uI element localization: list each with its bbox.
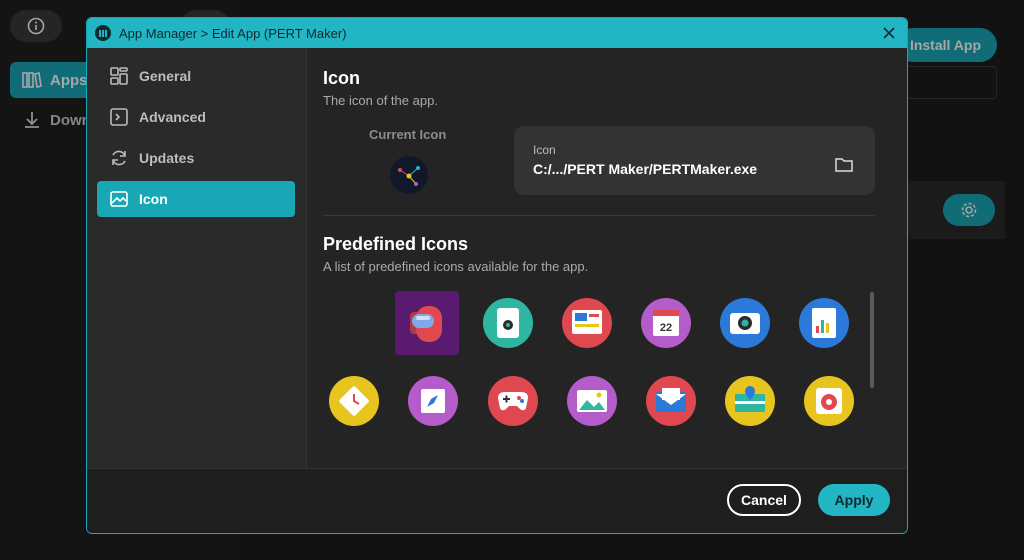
close-icon	[883, 27, 895, 39]
dialog-sidebar: General Advanced Updates Icon	[87, 48, 307, 468]
mail-icon[interactable]	[646, 376, 696, 426]
nav-item-label: Icon	[139, 191, 168, 207]
gallery-icon[interactable]	[567, 376, 617, 426]
pert-maker-icon	[393, 159, 425, 191]
predefined-icons-subtitle: A list of predefined icons available for…	[323, 259, 589, 274]
edit-app-dialog: App Manager > Edit App (PERT Maker) Gene…	[86, 17, 908, 534]
svg-text:22: 22	[660, 322, 672, 334]
current-app-icon	[390, 156, 428, 194]
dialog-content: Icon The icon of the app. Current Icon I…	[307, 48, 907, 468]
crewmate-icon[interactable]	[395, 291, 459, 355]
image-icon	[110, 191, 128, 207]
clock-icon[interactable]	[329, 376, 379, 426]
apply-label: Apply	[834, 492, 874, 508]
gamepad-icon[interactable]	[488, 376, 538, 426]
predefined-icons-title: Predefined Icons	[323, 234, 469, 254]
cancel-button[interactable]: Cancel	[727, 484, 801, 516]
map-icon[interactable]	[725, 376, 775, 426]
folder-icon	[835, 158, 853, 172]
icons-scrollbar[interactable]	[870, 292, 874, 388]
camera-phone-icon[interactable]	[483, 298, 533, 348]
compass-icon[interactable]	[408, 376, 458, 426]
analytics-icon[interactable]	[799, 298, 849, 348]
nav-item-label: Updates	[139, 150, 195, 166]
close-button[interactable]	[879, 23, 899, 43]
nav-item-label: Advanced	[139, 109, 206, 125]
dashboard-icon[interactable]	[562, 298, 612, 348]
terminal-icon	[110, 108, 128, 126]
calendar-icon[interactable]: 22	[641, 298, 691, 348]
app-manager-logo-icon	[95, 25, 111, 41]
icon-path-value: C:/.../PERT Maker/PERTMaker.exe	[533, 161, 758, 177]
grid-icon	[110, 67, 128, 85]
apply-button[interactable]: Apply	[818, 484, 890, 516]
browse-folder-button[interactable]	[835, 156, 853, 177]
nav-item-advanced[interactable]: Advanced	[97, 99, 295, 135]
music-player-icon[interactable]	[804, 376, 854, 426]
nav-item-label: General	[139, 68, 192, 84]
nav-item-updates[interactable]: Updates	[97, 140, 295, 176]
icon-path-field[interactable]: Icon C:/.../PERT Maker/PERTMaker.exe	[514, 126, 875, 195]
icon-section-subtitle: The icon of the app.	[323, 93, 438, 108]
dialog-title: App Manager > Edit App (PERT Maker)	[119, 25, 347, 41]
cancel-label: Cancel	[741, 492, 787, 508]
nav-item-icon[interactable]: Icon	[97, 181, 295, 217]
camera-icon[interactable]	[720, 298, 770, 348]
nav-item-general[interactable]: General	[97, 58, 295, 94]
section-divider	[323, 215, 875, 216]
icon-path-label: Icon	[533, 143, 556, 157]
current-icon-label: Current Icon	[369, 127, 447, 142]
dialog-titlebar: App Manager > Edit App (PERT Maker)	[87, 18, 907, 48]
refresh-icon	[112, 150, 126, 166]
icon-section-title: Icon	[323, 68, 361, 88]
